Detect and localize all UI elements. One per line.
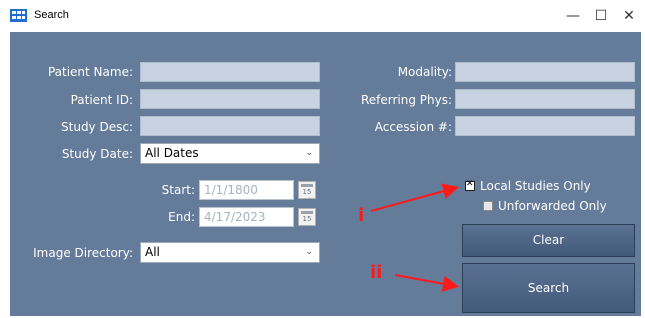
window-title: Search	[34, 9, 69, 21]
start-date-field[interactable]: 1/1/1800	[199, 180, 294, 200]
patient-id-label: Patient ID:	[70, 93, 133, 107]
end-date-field[interactable]: 4/17/2023	[199, 207, 294, 227]
patient-name-field[interactable]	[140, 62, 320, 82]
end-date-label: End:	[168, 210, 195, 224]
search-window: Search — ☐ ✕ Patient Name: Patient ID: S…	[0, 0, 645, 318]
study-date-label: Study Date:	[61, 147, 133, 161]
end-date-value: 4/17/2023	[204, 210, 266, 224]
image-directory-label: Image Directory:	[33, 246, 133, 260]
annotation-ii: ii	[370, 262, 383, 283]
local-studies-label: Local Studies Only	[480, 179, 591, 193]
study-desc-label: Study Desc:	[61, 120, 133, 134]
local-studies-checkbox[interactable]: Local Studies Only	[465, 179, 591, 193]
checkbox-unchecked-icon	[483, 201, 493, 211]
title-bar: Search — ☐ ✕	[0, 0, 645, 32]
app-icon	[10, 9, 27, 22]
calendar-day-text: 15	[302, 215, 312, 223]
checkbox-checked-icon	[465, 179, 475, 191]
annotation-i: i	[358, 205, 365, 226]
modality-label: Modality:	[397, 65, 452, 79]
accession-label: Accession #:	[374, 120, 452, 134]
end-calendar-icon[interactable]: 15	[298, 208, 316, 226]
accession-field[interactable]	[455, 116, 635, 136]
search-button[interactable]: Search	[462, 263, 635, 313]
image-directory-value: All	[145, 245, 160, 259]
image-directory-select[interactable]: All ⌄	[140, 242, 320, 263]
patient-name-label: Patient Name:	[47, 65, 133, 79]
referring-phys-label: Referring Phys:	[360, 93, 452, 107]
chevron-down-icon: ⌄	[305, 247, 313, 257]
start-date-label: Start:	[161, 183, 195, 197]
study-date-value: All Dates	[145, 146, 199, 160]
calendar-day-text: 15	[302, 188, 312, 196]
referring-phys-field[interactable]	[455, 89, 635, 109]
start-date-value: 1/1/1800	[204, 183, 258, 197]
study-desc-field[interactable]	[140, 116, 320, 136]
patient-id-field[interactable]	[140, 89, 320, 109]
unforwarded-label: Unforwarded Only	[498, 199, 607, 213]
start-calendar-icon[interactable]: 15	[298, 181, 316, 199]
study-date-select[interactable]: All Dates ⌄	[140, 143, 320, 164]
chevron-down-icon: ⌄	[305, 148, 313, 158]
close-button[interactable]: ✕	[614, 6, 644, 26]
maximize-button[interactable]: ☐	[586, 6, 616, 26]
minimize-button[interactable]: —	[558, 6, 588, 26]
clear-button[interactable]: Clear	[462, 224, 635, 257]
modality-field[interactable]	[455, 62, 635, 82]
unforwarded-checkbox[interactable]: Unforwarded Only	[483, 199, 607, 213]
